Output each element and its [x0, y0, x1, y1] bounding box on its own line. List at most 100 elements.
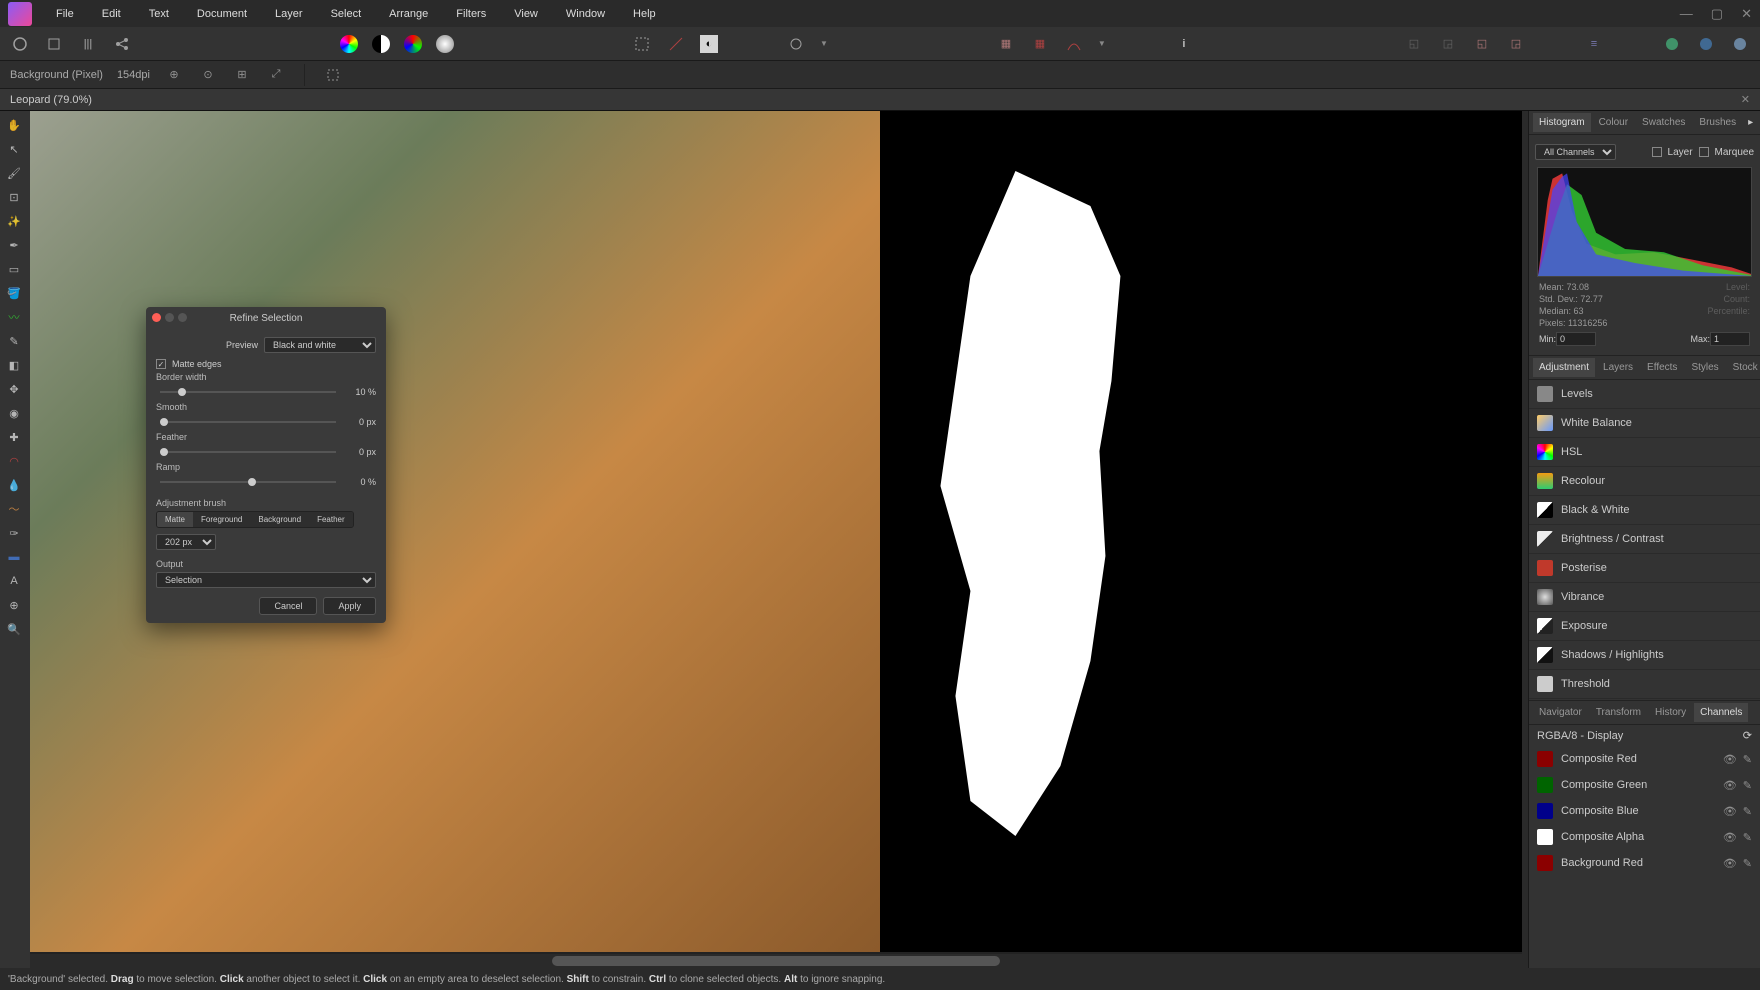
- vector-tool-icon[interactable]: ✑: [0, 523, 28, 543]
- adjustment-brightness-contrast[interactable]: Brightness / Contrast: [1529, 525, 1760, 554]
- dropdown-caret-icon-2[interactable]: ▼: [1098, 39, 1106, 48]
- brush-size-select[interactable]: 202 px: [156, 534, 216, 550]
- close-button[interactable]: ✕: [1741, 6, 1752, 22]
- marquee-checkbox[interactable]: [1699, 147, 1709, 157]
- layer-checkbox[interactable]: [1652, 147, 1662, 157]
- menu-arrange[interactable]: Arrange: [375, 4, 442, 24]
- move-tool-icon[interactable]: ↖: [0, 139, 28, 159]
- menu-help[interactable]: Help: [619, 4, 670, 24]
- channel-select[interactable]: All Channels: [1535, 144, 1616, 160]
- color-wheel-icon[interactable]: [340, 35, 358, 53]
- tab-histogram[interactable]: Histogram: [1533, 113, 1591, 132]
- globe1-icon[interactable]: [1662, 34, 1682, 54]
- globe3-icon[interactable]: [1730, 34, 1750, 54]
- preview-select[interactable]: Black and white: [264, 337, 376, 353]
- bw-circle-icon[interactable]: [372, 35, 390, 53]
- align-icon[interactable]: ≡: [1584, 34, 1604, 54]
- max-input[interactable]: [1710, 332, 1750, 346]
- share-icon[interactable]: [112, 34, 132, 54]
- marquee-tool-icon[interactable]: ▭: [0, 259, 28, 279]
- tab-history[interactable]: History: [1649, 703, 1692, 722]
- channel-composite-blue[interactable]: Composite Blue👁✎: [1529, 798, 1760, 824]
- info-icon[interactable]: i: [1174, 34, 1194, 54]
- diagonal-icon[interactable]: [666, 34, 686, 54]
- dialog-zoom-icon[interactable]: [178, 313, 187, 322]
- menu-view[interactable]: View: [500, 4, 552, 24]
- smudge-tool-icon[interactable]: 〜: [0, 499, 28, 519]
- visibility-icon[interactable]: 👁: [1723, 753, 1737, 766]
- visibility-icon[interactable]: 👁: [1723, 805, 1737, 818]
- cancel-button[interactable]: Cancel: [259, 597, 317, 615]
- brush-tool-icon[interactable]: 🖌: [0, 163, 28, 183]
- tab-channels[interactable]: Channels: [1694, 703, 1748, 722]
- lasso-small-icon[interactable]: [323, 65, 343, 85]
- heal-tool-icon[interactable]: ✚: [0, 427, 28, 447]
- dialog-minimize-icon[interactable]: [165, 313, 174, 322]
- brush-tab-feather[interactable]: Feather: [309, 512, 353, 527]
- minimize-button[interactable]: —: [1680, 6, 1693, 22]
- channel-composite-green[interactable]: Composite Green👁✎: [1529, 772, 1760, 798]
- adjustment-posterise[interactable]: Posterise: [1529, 554, 1760, 583]
- cube-icon[interactable]: [44, 34, 64, 54]
- grid-small-icon[interactable]: ⊞: [232, 65, 252, 85]
- text-tool-icon[interactable]: A: [0, 571, 28, 591]
- adjustment-vibrance[interactable]: Vibrance: [1529, 583, 1760, 612]
- dodge-tool-icon[interactable]: 💧: [0, 475, 28, 495]
- edit-icon[interactable]: ✎: [1743, 805, 1752, 818]
- feather-slider[interactable]: [160, 451, 336, 453]
- dropdown-caret-icon[interactable]: ▼: [820, 39, 828, 48]
- grid-icon[interactable]: ▦: [996, 34, 1016, 54]
- bucket-tool-icon[interactable]: 🪣: [0, 283, 28, 303]
- mesh-tool-icon[interactable]: ⊕: [0, 595, 28, 615]
- order-back-icon[interactable]: ◱: [1404, 34, 1424, 54]
- brush-tab-background[interactable]: Background: [250, 512, 309, 527]
- order-front-icon[interactable]: ◲: [1438, 34, 1458, 54]
- tab-swatches[interactable]: Swatches: [1636, 113, 1691, 132]
- tab-transform[interactable]: Transform: [1590, 703, 1647, 722]
- tab-navigator[interactable]: Navigator: [1533, 703, 1588, 722]
- flip-icon[interactable]: |||: [78, 34, 98, 54]
- quick-mask-icon[interactable]: [786, 34, 806, 54]
- tab-colour[interactable]: Colour: [1593, 113, 1634, 132]
- edit-icon[interactable]: ✎: [1743, 831, 1752, 844]
- blur-tool-icon[interactable]: ◉: [0, 403, 28, 423]
- channel-composite-red[interactable]: Composite Red👁✎: [1529, 746, 1760, 772]
- ramp-slider[interactable]: [160, 481, 336, 483]
- erase-tool-icon[interactable]: ◧: [0, 355, 28, 375]
- horizontal-scrollbar[interactable]: [30, 954, 1522, 968]
- paint-tool-icon[interactable]: 〰: [0, 307, 28, 327]
- edit-icon[interactable]: ✎: [1743, 753, 1752, 766]
- adjustment-hsl[interactable]: HSL: [1529, 438, 1760, 467]
- tab-styles[interactable]: Styles: [1685, 358, 1724, 377]
- refresh-icon[interactable]: ⟳: [1743, 729, 1752, 742]
- menu-text[interactable]: Text: [135, 4, 183, 24]
- edit-icon[interactable]: ✎: [1743, 779, 1752, 792]
- target-icon[interactable]: ⊕: [164, 65, 184, 85]
- channel-composite-alpha[interactable]: Composite Alpha👁✎: [1529, 824, 1760, 850]
- menu-document[interactable]: Document: [183, 4, 261, 24]
- clone-tool-icon[interactable]: ✥: [0, 379, 28, 399]
- visibility-icon[interactable]: 👁: [1723, 779, 1737, 792]
- adjustment-black-white[interactable]: Black & White: [1529, 496, 1760, 525]
- matte-edges-checkbox[interactable]: ✓: [156, 359, 166, 369]
- tab-stock[interactable]: Stock: [1727, 358, 1760, 377]
- patch-tool-icon[interactable]: ◠: [0, 451, 28, 471]
- edit-icon[interactable]: ✎: [1743, 857, 1752, 870]
- tab-adjustment[interactable]: Adjustment: [1533, 358, 1595, 377]
- path-icon[interactable]: [1064, 34, 1084, 54]
- expand-icon[interactable]: ⤢: [266, 65, 286, 85]
- brush-tab-foreground[interactable]: Foreground: [193, 512, 250, 527]
- menu-edit[interactable]: Edit: [88, 4, 135, 24]
- pen-tool-icon[interactable]: ✒: [0, 235, 28, 255]
- menu-window[interactable]: Window: [552, 4, 619, 24]
- grid2-icon[interactable]: ▦: [1030, 34, 1050, 54]
- soft-circle-icon[interactable]: [436, 35, 454, 53]
- marquee-icon[interactable]: [632, 34, 652, 54]
- hand-tool-icon[interactable]: ✋: [0, 115, 28, 135]
- adjustment-levels[interactable]: Levels: [1529, 380, 1760, 409]
- border-width-slider[interactable]: [160, 391, 336, 393]
- brush-tab-matte[interactable]: Matte: [157, 512, 193, 527]
- mask-icon[interactable]: ◐: [700, 35, 718, 53]
- arrange1-icon[interactable]: ◱: [1472, 34, 1492, 54]
- wand-tool-icon[interactable]: ✨: [0, 211, 28, 231]
